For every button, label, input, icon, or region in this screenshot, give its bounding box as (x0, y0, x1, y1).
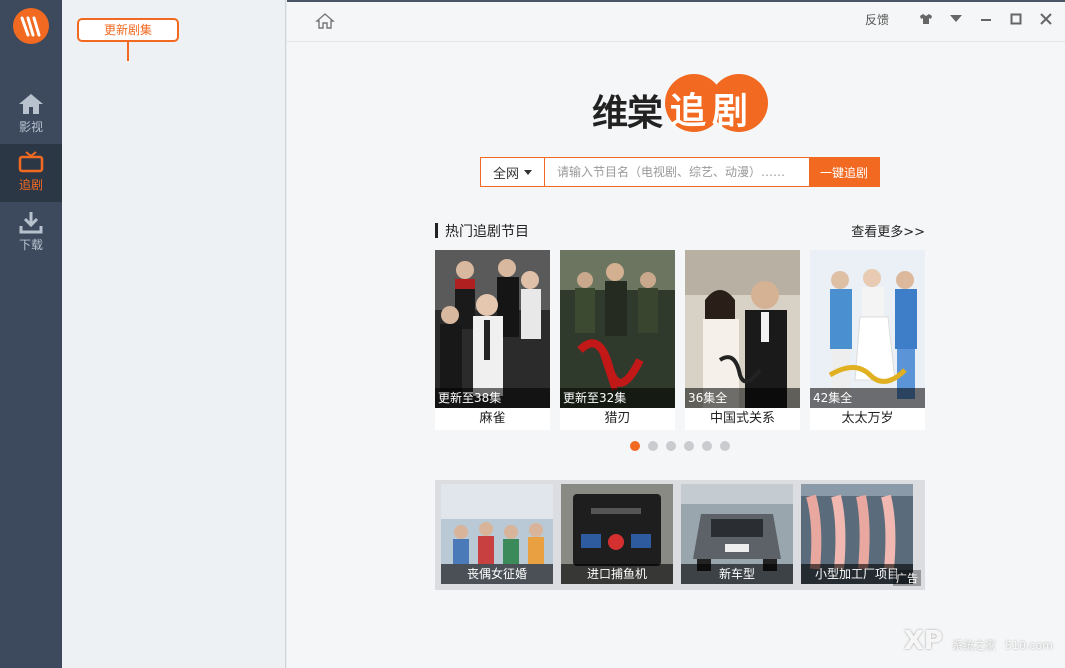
feedback-link[interactable]: 反馈 (865, 11, 889, 28)
watermark-domain: 510.com (1005, 639, 1053, 652)
hot-section-header: 热门追剧节目 查看更多>> (435, 221, 925, 241)
maximize-icon (1010, 13, 1022, 25)
brand-text: 维棠 (592, 93, 663, 134)
shirt-icon (920, 14, 932, 24)
view-more-link[interactable]: 查看更多>> (851, 221, 925, 240)
skin-button[interactable] (917, 10, 935, 28)
ad-caption: 进口捕鱼机 (561, 564, 673, 584)
ad-item[interactable]: 新车型 (681, 484, 793, 584)
brand-accent-text: 追剧 (670, 91, 755, 132)
episode-status: 更新至38集 (435, 388, 550, 408)
top-bar: 反馈 (287, 0, 1065, 42)
carousel-dot[interactable] (684, 441, 694, 451)
close-icon (1040, 13, 1052, 25)
search-button[interactable]: 一键追剧 (809, 158, 879, 186)
sidebar-item-download[interactable]: 下载 (0, 204, 62, 262)
search-bar: 全网 一键追剧 (480, 157, 880, 187)
sidebar-item-label: 下载 (18, 238, 43, 252)
menu-dropdown-button[interactable] (947, 10, 965, 28)
sidebar-item-movies[interactable]: 影视 (0, 86, 62, 144)
logo-icon (20, 16, 41, 37)
search-scope-label: 全网 (492, 166, 519, 182)
hot-shows-list: 更新至38集 麻雀 更新至32集 猎刃 36集全 中国式关系 42集全 太太万岁 (435, 250, 925, 430)
episode-status: 36集全 (685, 388, 800, 408)
carousel-dot[interactable] (648, 441, 658, 451)
tag-connector (127, 42, 129, 61)
home-icon (19, 94, 43, 114)
show-poster: 42集全 (810, 250, 925, 408)
poster-image (810, 250, 925, 408)
episode-status: 42集全 (810, 388, 925, 408)
ad-item[interactable]: 丧偶女征婚 (441, 484, 553, 584)
show-title: 太太万岁 (841, 411, 894, 426)
ad-caption: 新车型 (681, 564, 793, 584)
sidebar-item-series[interactable]: 追剧 (0, 144, 62, 202)
carousel-dot[interactable] (630, 441, 640, 451)
poster-image (560, 250, 675, 408)
show-card[interactable]: 更新至38集 麻雀 (435, 250, 550, 430)
ad-item[interactable]: 进口捕鱼机 (561, 484, 673, 584)
dropdown-icon (950, 15, 962, 22)
carousel-dot[interactable] (720, 441, 730, 451)
show-title: 中国式关系 (709, 411, 775, 426)
show-poster: 更新至38集 (435, 250, 550, 408)
sidebar-item-label: 追剧 (18, 178, 43, 192)
show-title: 猎刃 (604, 411, 631, 426)
poster-image (685, 250, 800, 408)
ad-banner: 丧偶女征婚 进口捕鱼机 新车型 小型加工厂项目 广告 (435, 480, 925, 590)
ad-label: 广告 (893, 570, 921, 586)
show-card[interactable]: 更新至32集 猎刃 (560, 250, 675, 430)
app-window: 影视 追剧 下载 更新剧集 反馈 维棠 追剧 全网 请输入节目名（电视剧、综艺、… (0, 0, 1065, 668)
carousel-dot[interactable] (702, 441, 712, 451)
home-outline-icon (315, 13, 335, 29)
app-logo (13, 8, 49, 44)
watermark: XP 系统之家 510.com (904, 626, 1053, 656)
show-card[interactable]: 36集全 中国式关系 (685, 250, 800, 430)
minimize-icon (981, 19, 991, 21)
window-controls: 反馈 (865, 10, 1055, 28)
ad-item[interactable]: 小型加工厂项目 (801, 484, 913, 584)
close-button[interactable] (1037, 10, 1055, 28)
watermark-sub: 系统之家 (951, 639, 996, 652)
show-card[interactable]: 42集全 太太万岁 (810, 250, 925, 430)
show-title: 麻雀 (479, 411, 506, 426)
section-marker (435, 223, 438, 238)
watermark-text: XP (903, 626, 943, 656)
update-series-button[interactable]: 更新剧集 (77, 18, 179, 42)
series-panel: 更新剧集 (62, 0, 286, 668)
ad-caption: 丧偶女征婚 (441, 564, 553, 584)
home-button[interactable] (315, 12, 335, 34)
tv-icon (18, 151, 44, 173)
chevron-down-icon (524, 169, 532, 175)
show-poster: 36集全 (685, 250, 800, 408)
poster-image (435, 250, 550, 408)
show-poster: 更新至32集 (560, 250, 675, 408)
carousel-pagination (630, 441, 738, 451)
sidebar-item-label: 影视 (18, 120, 43, 134)
left-rail: 影视 追剧 下载 (0, 0, 62, 668)
search-scope-select[interactable]: 全网 (481, 158, 545, 186)
episode-status: 更新至32集 (560, 388, 675, 408)
search-input[interactable] (545, 158, 809, 186)
minimize-button[interactable] (977, 10, 995, 28)
download-icon (19, 212, 43, 234)
carousel-dot[interactable] (666, 441, 676, 451)
section-title: 热门追剧节目 (445, 224, 529, 240)
main-content: 反馈 维棠 追剧 全网 请输入节目名（电视剧、综艺、动漫）…… 一键追剧 热门追… (287, 0, 1065, 668)
maximize-button[interactable] (1007, 10, 1025, 28)
